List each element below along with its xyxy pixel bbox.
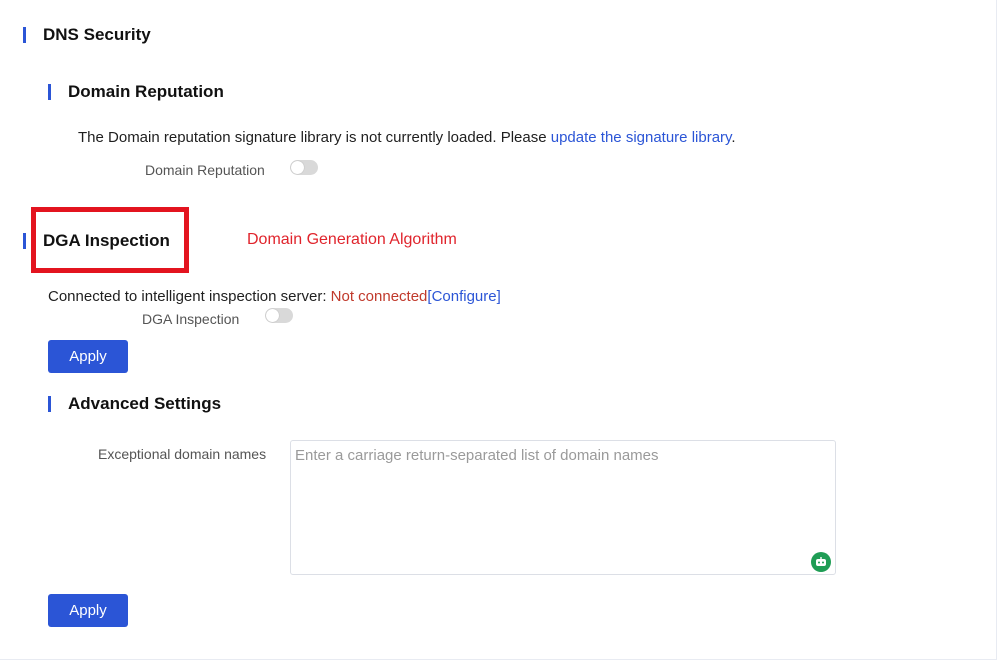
dga-apply-button[interactable]: Apply	[48, 340, 128, 373]
advanced-apply-button[interactable]: Apply	[48, 594, 128, 627]
section-marker	[23, 233, 26, 249]
dns-security-page: DNS Security Domain Reputation The Domai…	[0, 0, 997, 660]
dga-annotation: Domain Generation Algorithm	[247, 231, 457, 248]
notice-suffix: .	[731, 129, 736, 146]
status-not-connected: Not connected	[330, 288, 428, 305]
domain-reputation-toggle[interactable]	[290, 160, 318, 175]
section-marker	[48, 84, 51, 100]
dns-security-title: DNS Security	[43, 25, 151, 44]
dga-inspection-toggle-label: DGA Inspection	[142, 311, 240, 327]
robot-icon[interactable]	[811, 552, 831, 572]
update-signature-library-link[interactable]: update the signature library	[551, 129, 732, 146]
toggle-knob	[266, 309, 279, 322]
exceptional-domains-label: Exceptional domain names	[98, 446, 267, 462]
exceptional-domains-input[interactable]	[290, 440, 836, 575]
notice-text: The Domain reputation signature library …	[78, 129, 551, 146]
configure-link[interactable]: [Configure]	[427, 288, 500, 305]
server-label: Connected to intelligent inspection serv…	[48, 288, 331, 305]
advanced-settings-title: Advanced Settings	[68, 394, 222, 413]
robot-glyph	[816, 557, 826, 566]
highlight-annotation-box	[31, 207, 189, 273]
server-connection-status: Connected to intelligent inspection serv…	[48, 288, 501, 305]
dga-inspection-toggle[interactable]	[265, 308, 293, 323]
toggle-knob	[291, 161, 304, 174]
domain-reputation-title: Domain Reputation	[68, 82, 224, 101]
section-marker	[23, 27, 26, 43]
section-marker	[48, 396, 51, 412]
signature-library-notice: The Domain reputation signature library …	[78, 129, 736, 146]
domain-reputation-toggle-label: Domain Reputation	[145, 162, 265, 178]
